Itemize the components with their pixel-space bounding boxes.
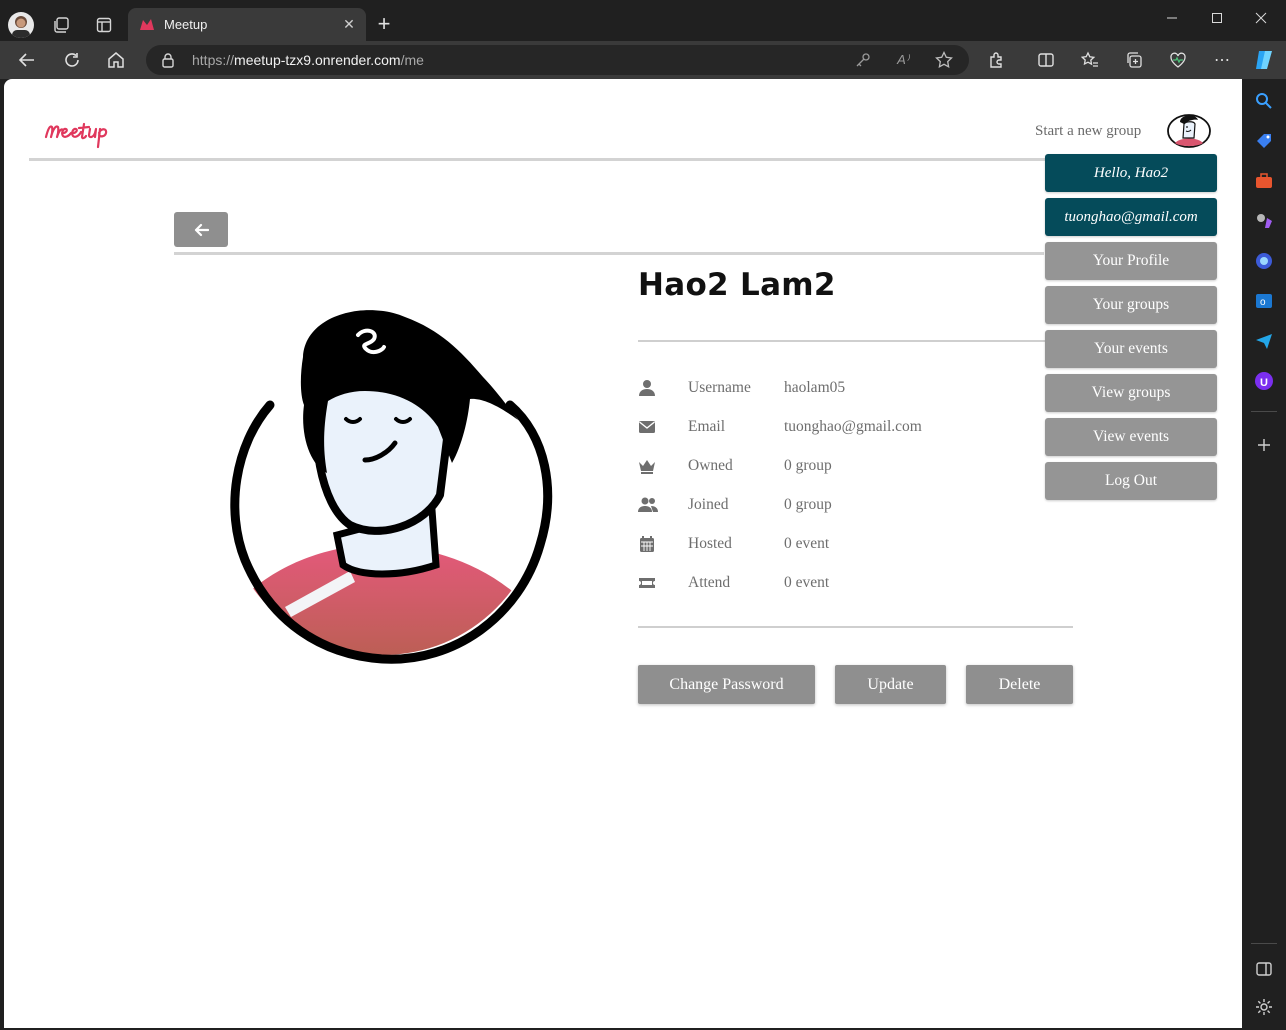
tools-briefcase-icon[interactable]: [1254, 171, 1274, 191]
url-host: meetup-tzx9.onrender.com: [234, 52, 401, 68]
shopping-tag-icon[interactable]: [1254, 131, 1274, 151]
calendar-icon: [640, 536, 654, 552]
browser-profile-avatar[interactable]: [8, 12, 34, 38]
info-value-owned: 0 group: [784, 457, 832, 474]
maximize-icon[interactable]: [1194, 4, 1240, 32]
browser-toolbar: https://meetup-tzx9.onrender.com/me A⁾ ⋯: [0, 41, 1286, 79]
info-label-username: Username: [688, 379, 751, 396]
extension-u-icon[interactable]: U: [1254, 371, 1274, 391]
refresh-icon[interactable]: [61, 49, 83, 71]
menu-greeting: Hello, Hao2: [1045, 154, 1217, 192]
user-avatar[interactable]: [1166, 112, 1212, 150]
info-value-joined: 0 group: [784, 496, 832, 513]
url-prefix: https://: [192, 52, 235, 68]
add-icon[interactable]: [1254, 435, 1274, 455]
info-label-email: Email: [688, 418, 726, 435]
search-icon[interactable]: [1254, 91, 1274, 111]
extensions-icon[interactable]: [986, 49, 1008, 71]
start-new-group-link[interactable]: Start a new group: [1035, 123, 1141, 140]
info-value-hosted: 0 event: [784, 535, 830, 552]
update-button[interactable]: Update: [835, 665, 946, 704]
info-row-attend: Attend 0 event: [638, 572, 1058, 596]
more-options-icon[interactable]: ⋯: [1211, 49, 1233, 71]
info-row-hosted: Hosted 0 event: [638, 533, 1058, 557]
menu-item-your-events[interactable]: Your events: [1045, 330, 1217, 368]
delete-button[interactable]: Delete: [966, 665, 1073, 704]
tab-title: Meetup: [164, 17, 208, 32]
address-bar[interactable]: https://meetup-tzx9.onrender.com/me A⁾: [146, 45, 969, 75]
info-value-email: tuonghao@gmail.com: [784, 418, 922, 435]
info-label-joined: Joined: [688, 496, 729, 513]
sidebar-divider: [1251, 411, 1277, 412]
info-value-username: haolam05: [784, 379, 846, 396]
crown-icon: [639, 460, 655, 474]
sidebar-toggle-icon[interactable]: [1254, 959, 1274, 979]
games-icon[interactable]: [1254, 211, 1274, 231]
back-arrow-icon[interactable]: [16, 49, 38, 71]
tab-close-icon[interactable]: ✕: [340, 15, 358, 33]
sidebar-divider-bottom: [1251, 943, 1277, 944]
url-text[interactable]: https://meetup-tzx9.onrender.com/me: [192, 52, 424, 68]
read-aloud-icon[interactable]: A⁾: [894, 51, 912, 69]
key-icon[interactable]: [854, 51, 872, 69]
menu-email: tuonghao@gmail.com: [1045, 198, 1217, 236]
close-window-icon[interactable]: [1238, 4, 1284, 32]
arrow-left-icon: [194, 223, 209, 236]
copilot-icon[interactable]: [1252, 48, 1276, 72]
favorite-star-icon[interactable]: [934, 50, 954, 70]
split-screen-icon[interactable]: [1035, 49, 1057, 71]
favorites-icon[interactable]: [1079, 49, 1101, 71]
menu-item-your-groups[interactable]: Your groups: [1045, 286, 1217, 324]
change-password-button[interactable]: Change Password: [638, 665, 815, 704]
svg-text:U: U: [1260, 377, 1268, 389]
outlook-icon[interactable]: o: [1254, 291, 1274, 311]
menu-item-your-profile[interactable]: Your Profile: [1045, 242, 1217, 280]
envelope-icon: [639, 421, 655, 433]
menu-item-view-groups[interactable]: View groups: [1045, 374, 1217, 412]
info-row-username: Username haolam05: [638, 377, 1058, 401]
tab-actions-icon[interactable]: [93, 14, 115, 36]
info-value-attend: 0 event: [784, 574, 830, 591]
copilot-side-icon[interactable]: [1254, 251, 1274, 271]
info-label-hosted: Hosted: [688, 535, 732, 552]
browser-tab-meetup[interactable]: Meetup ✕: [128, 8, 366, 41]
menu-item-view-events[interactable]: View events: [1045, 418, 1217, 456]
info-label-owned: Owned: [688, 457, 733, 474]
profile-avatar-illustration: [223, 310, 553, 664]
browser-tab-bar: Meetup ✕ +: [0, 0, 1286, 41]
info-row-joined: Joined 0 group: [638, 494, 1058, 518]
send-icon[interactable]: [1254, 331, 1274, 351]
svg-text:o: o: [1260, 297, 1266, 308]
profile-info-divider-bottom: [638, 626, 1073, 628]
workspaces-icon[interactable]: [50, 14, 72, 36]
ticket-icon: [639, 578, 655, 588]
users-icon: [638, 497, 658, 512]
browser-essentials-icon[interactable]: [1167, 49, 1189, 71]
minimize-icon[interactable]: [1149, 4, 1195, 32]
info-row-owned: Owned 0 group: [638, 455, 1058, 479]
page-content: Start a new group Hao2 Lam2 Username hao…: [4, 79, 1242, 1028]
profile-top-divider: [174, 252, 1044, 255]
user-icon: [639, 380, 655, 396]
info-label-attend: Attend: [688, 574, 731, 591]
meetup-logo[interactable]: [42, 113, 140, 153]
header-divider: [29, 158, 1059, 161]
lock-icon[interactable]: [160, 52, 176, 68]
collections-icon[interactable]: [1123, 49, 1145, 71]
url-path: /me: [400, 52, 424, 68]
profile-name: Hao2 Lam2: [638, 267, 836, 303]
new-tab-button[interactable]: +: [372, 11, 396, 36]
back-button[interactable]: [174, 212, 228, 247]
meetup-favicon-icon: [140, 19, 154, 30]
settings-gear-icon[interactable]: [1254, 997, 1274, 1017]
info-row-email: Email tuonghao@gmail.com: [638, 416, 1058, 440]
menu-item-log-out[interactable]: Log Out: [1045, 462, 1217, 500]
profile-info-divider-top: [638, 340, 1073, 342]
browser-sidebar: o U: [1242, 79, 1286, 1030]
home-icon[interactable]: [105, 49, 127, 71]
